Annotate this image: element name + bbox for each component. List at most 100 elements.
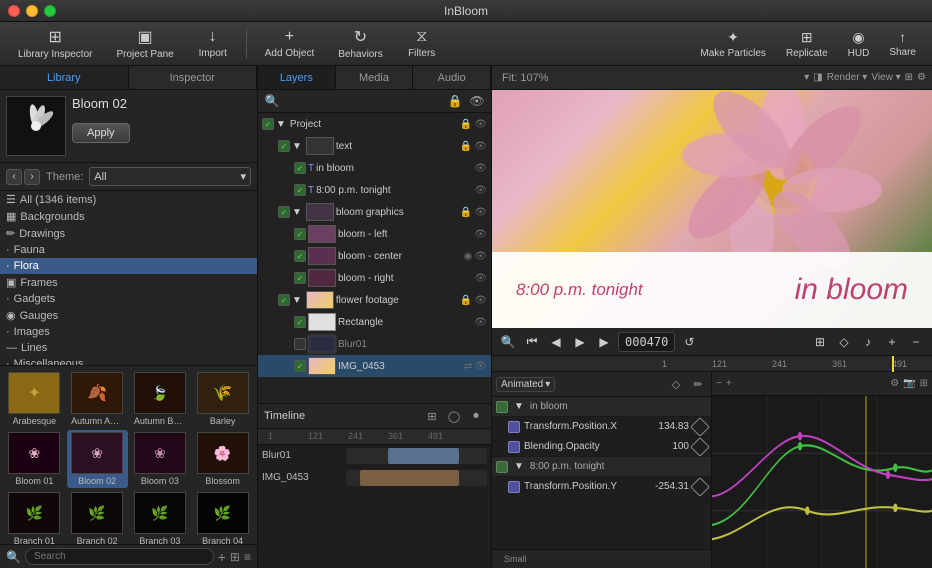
thumb-blossom[interactable]: 🌸 Blossom [192, 430, 253, 488]
thumb-bloom01[interactable]: ❀ Bloom 01 [4, 430, 65, 488]
cat-item-backgrounds[interactable]: ▦Backgrounds [0, 208, 257, 225]
filters-button[interactable]: ⧖ Filters [397, 24, 447, 63]
layer-checkbox[interactable]: ✓ [294, 184, 306, 196]
animated-select[interactable]: Animated ▾ [496, 377, 555, 392]
kf-checkbox[interactable] [496, 461, 508, 473]
minimize-button[interactable] [26, 5, 38, 17]
audio-icon[interactable]: ♪ [858, 332, 878, 352]
forward-frame-button[interactable]: ▶ [594, 332, 614, 352]
cat-item-gadgets[interactable]: ·Gadgets [0, 291, 257, 307]
share-button[interactable]: ↑ Share [881, 25, 924, 62]
thumb-arabesque[interactable]: ✦ Arabesque [4, 370, 65, 428]
layer-in-bloom[interactable]: ✓ T in bloom 👁 [258, 157, 491, 179]
play-button[interactable]: ▶ [570, 332, 590, 352]
rewind-button[interactable]: ⏮ [522, 332, 542, 352]
kf-diamond[interactable] [690, 437, 710, 457]
add-object-button[interactable]: + Add Object [255, 24, 324, 63]
grid-icon[interactable]: ⊞ [230, 550, 240, 564]
timeline-loop-icon[interactable]: ◯ [445, 407, 463, 425]
tab-audio[interactable]: Audio [413, 66, 491, 89]
tab-inspector[interactable]: Inspector [129, 66, 258, 89]
settings-icon[interactable]: ⚙ [917, 72, 926, 83]
layer-checkbox[interactable]: ✓ [294, 250, 306, 262]
thumb-branch03[interactable]: 🌿 Branch 03 [130, 490, 191, 544]
window-controls[interactable] [8, 5, 56, 17]
window-settings-icon[interactable]: ⊞ [905, 72, 913, 83]
layer-checkbox[interactable]: ✓ [294, 272, 306, 284]
curve-options-icon[interactable]: ⚙ [890, 378, 899, 389]
keyframe-options-icon[interactable]: ◇ [834, 332, 854, 352]
layer-blur01[interactable]: Blur01 [258, 333, 491, 355]
cat-item-images[interactable]: ·Images [0, 324, 257, 340]
nav-forward-button[interactable]: › [24, 169, 40, 185]
thumb-autumn-aspen[interactable]: 🍂 Autumn Aspen [67, 370, 128, 428]
layer-bloom-graphics[interactable]: ✓ ▼ bloom graphics 🔒👁 [258, 201, 491, 223]
thumb-autumn-border[interactable]: 🍃 Autumn Border [130, 370, 191, 428]
thumb-branch01[interactable]: 🌿 Branch 01 [4, 490, 65, 544]
layer-rectangle[interactable]: ✓ Rectangle 👁 [258, 311, 491, 333]
layer-project[interactable]: ✓ ▼ Project 🔒👁 [258, 113, 491, 135]
layer-text-group[interactable]: ✓ ▼ text 🔒👁 [258, 135, 491, 157]
kf-options-btn[interactable]: ◇ [667, 375, 685, 393]
layer-checkbox[interactable]: ✓ [278, 140, 290, 152]
kf-diamond[interactable] [690, 477, 710, 497]
curve-expand-icon[interactable]: ⊞ [920, 378, 928, 389]
layer-bloom-center[interactable]: ✓ bloom - center ◉👁 [258, 245, 491, 267]
layer-checkbox[interactable]: ✓ [262, 118, 274, 130]
layer-bloom-left[interactable]: ✓ bloom - left 👁 [258, 223, 491, 245]
cat-item-fauna[interactable]: ·Fauna [0, 242, 257, 258]
make-particles-button[interactable]: ✦ Make Particles [692, 25, 774, 63]
back-frame-button[interactable]: ◀ [546, 332, 566, 352]
layer-checkbox[interactable]: ✓ [278, 206, 290, 218]
layer-flower-footage[interactable]: ✓ ▼ flower footage 🔒👁 [258, 289, 491, 311]
kf-diamond[interactable] [690, 417, 710, 437]
thumb-barley[interactable]: 🌾 Barley [192, 370, 253, 428]
maximize-button[interactable] [44, 5, 56, 17]
replicate-button[interactable]: ⊞ Replicate [778, 25, 836, 63]
cat-item-flora[interactable]: ·Flora [0, 258, 257, 274]
curve-zoom-in[interactable]: + [726, 378, 732, 389]
kf-checkbox[interactable] [496, 401, 508, 413]
tab-library[interactable]: Library [0, 66, 129, 89]
timeline-track-blur01[interactable] [346, 448, 487, 464]
kf-edit-btn[interactable]: ✏ [689, 375, 707, 393]
search-input[interactable] [25, 548, 214, 565]
layer-checkbox[interactable]: ✓ [294, 316, 306, 328]
timeline-expand-icon[interactable]: ⊞ [423, 407, 441, 425]
layer-checkbox[interactable]: ✓ [294, 162, 306, 174]
layer-img0453[interactable]: ✓ IMG_0453 ⇄👁 [258, 355, 491, 377]
behaviors-button[interactable]: ↻ Behaviors [328, 23, 392, 64]
import-button[interactable]: ↓ Import [188, 24, 238, 63]
timeline-track-img0453[interactable] [346, 470, 487, 486]
channel-selector[interactable]: ▾ [804, 72, 809, 83]
theme-select[interactable]: All ▾ [89, 167, 251, 186]
thumb-bloom02[interactable]: ❀ Bloom 02 [67, 430, 128, 488]
cat-item-drawings[interactable]: ✏Drawings [0, 225, 257, 242]
kf-checkbox[interactable] [508, 481, 520, 493]
add-icon[interactable]: + [218, 549, 226, 565]
zoom-in-icon[interactable]: + [882, 332, 902, 352]
kf-checkbox[interactable] [508, 421, 520, 433]
loop-button[interactable]: ↺ [679, 332, 699, 352]
search-layers-button[interactable]: 🔍 [262, 92, 282, 110]
kf-checkbox[interactable] [508, 441, 520, 453]
playhead[interactable] [892, 356, 894, 372]
hud-button[interactable]: ◉ HUD [840, 25, 878, 63]
project-pane-button[interactable]: ▣ Project Pane [106, 23, 183, 64]
zoom-out-icon[interactable]: − [906, 332, 926, 352]
view-button[interactable]: View ▾ [871, 72, 900, 83]
timeline-record-icon[interactable]: ⏺ [467, 407, 485, 425]
nav-back-button[interactable]: ‹ [6, 169, 22, 185]
view-options-icon[interactable]: ⊞ [810, 332, 830, 352]
layer-8pm[interactable]: ✓ T 8:00 p.m. tonight 👁 [258, 179, 491, 201]
curve-zoom-out[interactable]: − [716, 378, 722, 389]
thumb-branch02[interactable]: 🌿 Branch 02 [67, 490, 128, 544]
layer-bloom-right[interactable]: ✓ bloom - right 👁 [258, 267, 491, 289]
render-button[interactable]: Render ▾ [827, 72, 868, 83]
list-icon[interactable]: ≡ [244, 550, 251, 564]
tab-media[interactable]: Media [336, 66, 414, 89]
layer-checkbox[interactable]: ✓ [294, 360, 306, 372]
color-mode-button[interactable]: ◨ [813, 72, 822, 83]
cat-item-misc[interactable]: ·Miscellaneous [0, 356, 257, 366]
thumb-branch04[interactable]: 🌿 Branch 04 [192, 490, 253, 544]
